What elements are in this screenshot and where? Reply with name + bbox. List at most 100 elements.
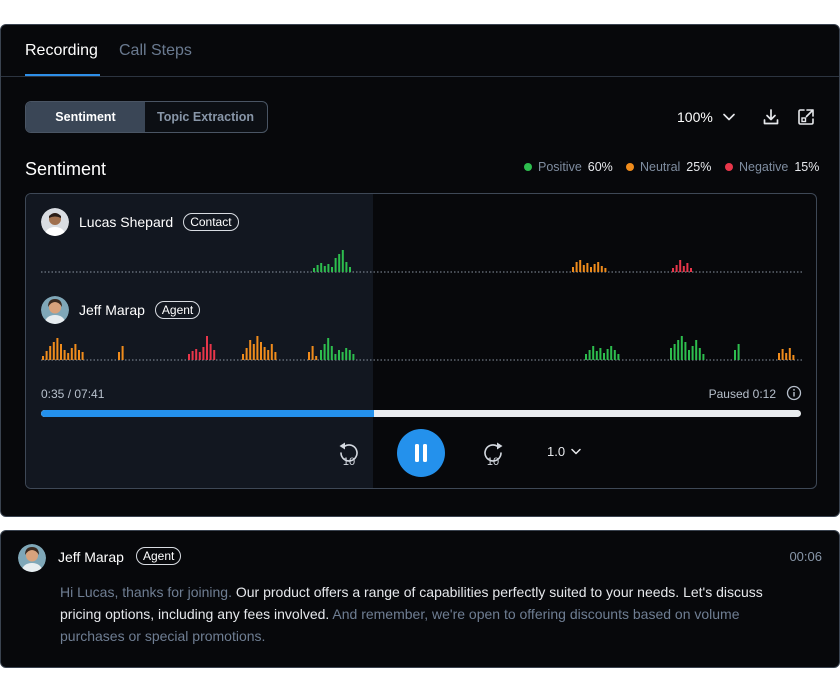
waveform-bar [121, 346, 124, 360]
waveform-bar [604, 268, 607, 272]
waveform-bar [331, 267, 333, 272]
waveform-bar [118, 352, 120, 360]
avatar [41, 208, 69, 236]
waveform-bar [45, 351, 48, 360]
waveform-bar [81, 352, 84, 360]
topic-extraction-toggle-button[interactable]: Topic Extraction [145, 102, 266, 132]
rewind-seconds: 10 [343, 456, 355, 467]
waveform-bar [320, 350, 322, 360]
legend-value: 25% [686, 160, 712, 174]
download-icon[interactable] [761, 107, 781, 127]
info-icon[interactable] [786, 385, 802, 401]
zoom-select[interactable]: 100% [677, 109, 735, 125]
waveform-bar [195, 349, 198, 360]
waveform-bar [338, 350, 340, 360]
waveform-bar [575, 262, 578, 272]
avatar [18, 544, 46, 572]
expand-icon[interactable] [796, 107, 816, 127]
waveform-bar [595, 351, 598, 360]
rewind-10-icon[interactable]: 10 [337, 441, 361, 467]
forward-10-icon[interactable]: 10 [481, 441, 505, 467]
waveform-bar [677, 340, 680, 360]
avatar [41, 296, 69, 324]
waveform-bar [603, 353, 605, 360]
waveform-bar [691, 346, 694, 360]
waveform-bar [202, 347, 205, 360]
waveform-bar [698, 348, 701, 360]
waveform-bar [675, 265, 678, 272]
waveform-bar [67, 353, 70, 360]
waveform-bar [245, 348, 248, 360]
waveform-bar [249, 340, 252, 360]
waveform-bar [345, 348, 348, 360]
waveform-bar [274, 352, 277, 360]
waveform-bar [579, 260, 582, 272]
waveform-bar [191, 351, 194, 360]
speaker-row-agent: Jeff Marap Agent [41, 296, 201, 324]
waveform-bar [334, 354, 337, 360]
waveform-bar [308, 352, 310, 360]
waveform-bar [593, 264, 596, 272]
waveform-bar [338, 254, 341, 272]
waveform-bar [242, 354, 244, 360]
waveform-bar [690, 268, 692, 272]
waveform-bar [680, 336, 683, 360]
waveform-bar [263, 347, 266, 360]
waveform-bar [613, 350, 616, 360]
tab-call-steps[interactable]: Call Steps [119, 42, 192, 60]
time-display: 0:35 / 07:41 [41, 387, 105, 401]
waveform-bar [209, 344, 212, 360]
waveform-bar [334, 258, 337, 272]
legend-label: Positive [538, 160, 582, 174]
negative-dot [725, 163, 733, 171]
audio-player: Lucas Shepard Contact Jeff Marap Agent 0… [25, 193, 817, 489]
chevron-down-icon [723, 113, 735, 121]
pause-icon [415, 444, 427, 462]
active-tab-indicator [25, 74, 100, 76]
chevron-down-icon [571, 448, 581, 455]
legend-negative: Negative 15% [725, 160, 819, 174]
waveform-bar [70, 348, 73, 360]
legend-value: 15% [794, 160, 820, 174]
waveform-bar [590, 267, 592, 272]
transcript-entry: Jeff Marap Agent 00:06 Hi Lucas, thanks … [0, 530, 840, 668]
waveform-bar [781, 349, 784, 360]
playback-speed-select[interactable]: 1.0 [547, 444, 581, 459]
waveform-bar [785, 353, 788, 360]
speaker-row-contact: Lucas Shepard Contact [41, 208, 239, 236]
waveform-bar [74, 344, 77, 360]
waveform-bar [42, 356, 44, 360]
waveform-bar [682, 266, 685, 272]
waveform-bar [349, 267, 351, 272]
waveform-bar [252, 344, 255, 360]
progress-bar[interactable] [41, 410, 801, 417]
forward-seconds: 10 [487, 456, 499, 467]
pause-button[interactable] [397, 429, 445, 477]
transcript-segment: Hi Lucas, thanks for joining. [60, 584, 236, 600]
sentiment-toggle-button[interactable]: Sentiment [26, 102, 145, 132]
role-badge: Agent [154, 301, 201, 319]
waveform-bar [345, 262, 348, 272]
legend-positive: Positive 60% [524, 160, 613, 174]
waveform-bar [672, 268, 674, 272]
waveform-bar [63, 350, 66, 360]
waveform-bar [702, 354, 705, 360]
progress-fill [41, 410, 374, 417]
playback-speed-value: 1.0 [547, 444, 566, 459]
waveform-bar [572, 267, 574, 272]
positive-dot [524, 163, 532, 171]
waveform-bar [684, 342, 687, 360]
zoom-value: 100% [677, 109, 713, 125]
role-badge: Contact [183, 213, 239, 231]
waveform-bar [323, 344, 326, 360]
waveform-bar [610, 346, 613, 360]
waveform-bar [198, 352, 201, 360]
waveform-bar [78, 350, 80, 360]
waveform-bar [327, 338, 330, 360]
waveform-bar [341, 352, 344, 360]
waveform-bar [792, 355, 795, 360]
recording-panel: Recording Call Steps Sentiment Topic Ext… [0, 24, 840, 517]
tab-recording[interactable]: Recording [25, 42, 98, 60]
waveform-bar [341, 250, 344, 272]
waveform-bar [256, 336, 259, 360]
